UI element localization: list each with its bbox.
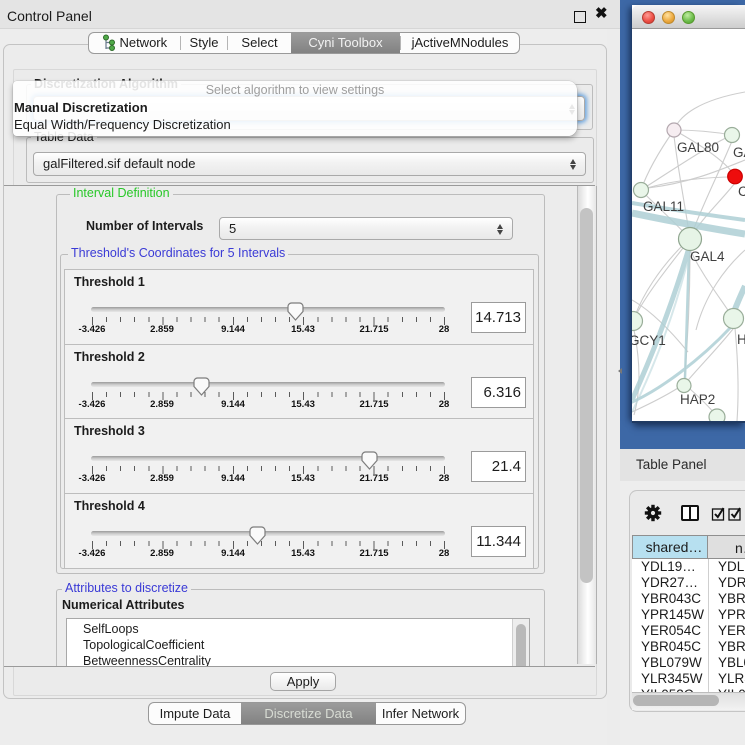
svg-text:GAL2: GAL2	[733, 145, 745, 160]
svg-text:CDC19: CDC19	[738, 184, 745, 199]
svg-text:HAP2: HAP2	[680, 392, 715, 407]
svg-text:GAL11: GAL11	[643, 199, 684, 214]
svg-text:GCY1: GCY1	[632, 333, 666, 348]
svg-text:GAL4: GAL4	[690, 249, 725, 264]
svg-text:GAL80: GAL80	[677, 140, 719, 155]
svg-text:HAP4: HAP4	[737, 332, 745, 347]
